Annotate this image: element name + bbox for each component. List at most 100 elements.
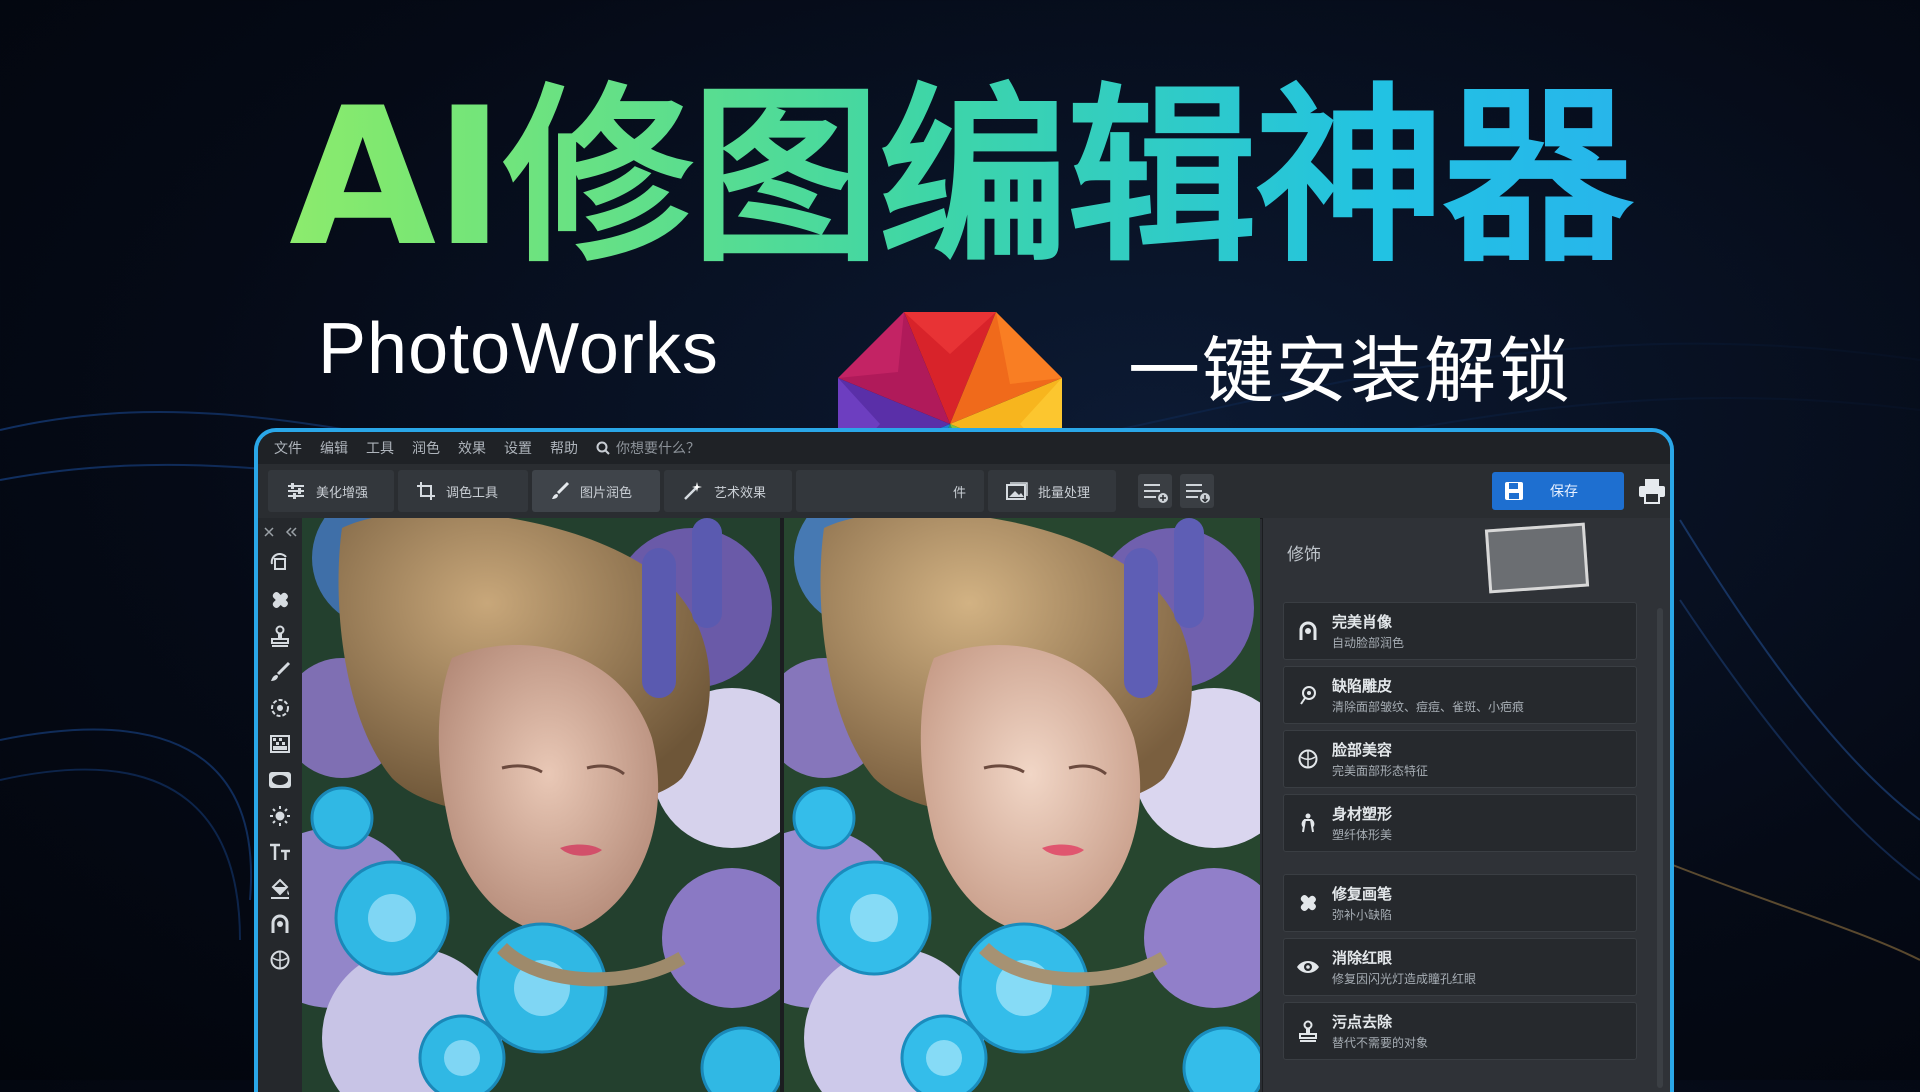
sliders-icon xyxy=(288,483,304,499)
left-tool-panel xyxy=(258,518,303,1092)
tab-label: 调色工具 xyxy=(446,485,499,501)
tab-label: 件 xyxy=(952,485,966,501)
item-desc: 弥补小缺陷 xyxy=(1332,908,1393,922)
item-desc: 替代不需要的对象 xyxy=(1332,1036,1429,1050)
face-icon xyxy=(270,950,290,970)
clone-tool[interactable] xyxy=(258,618,302,654)
item-title: 脸部美容 xyxy=(1332,741,1393,759)
product-name: PhotoWorks xyxy=(318,309,719,389)
body-icon xyxy=(1301,813,1315,833)
sliders-add-icon xyxy=(1144,484,1168,503)
menu-edit[interactable]: 编辑 xyxy=(320,438,348,458)
spot-removal-item[interactable]: 污点去除替代不需要的对象 xyxy=(1283,1002,1637,1060)
crop-icon xyxy=(417,482,435,500)
sun-icon xyxy=(270,806,290,826)
perfect-portrait-item[interactable]: 完美肖像自动脸部润色 xyxy=(1283,602,1637,660)
brush-tool[interactable] xyxy=(258,654,302,690)
download-adjust-button[interactable] xyxy=(1180,474,1214,508)
item-title: 完美肖像 xyxy=(1332,613,1393,631)
sliders-download-icon xyxy=(1186,484,1210,503)
menu-search[interactable]: 你想要什么？ xyxy=(596,438,700,458)
tagline: 一键安装解锁 xyxy=(1128,329,1573,413)
body-shaping-item[interactable]: 身材塑形 塑纤体形美 xyxy=(1283,794,1637,852)
tab-batch[interactable]: 批量处理 xyxy=(988,470,1116,512)
red-eye-item[interactable]: 消除红眼 修复因闪光灯造成瞳孔红眼 xyxy=(1283,938,1637,996)
gradient-tool[interactable] xyxy=(258,726,302,762)
tool-panel-header xyxy=(258,518,302,546)
face-icon xyxy=(1298,749,1318,769)
search-icon xyxy=(596,441,610,455)
menu-tools[interactable]: 工具 xyxy=(366,438,394,458)
fill-bucket-icon xyxy=(271,878,290,899)
item-title: 缺陷雕皮 xyxy=(1332,677,1393,695)
text-tool[interactable] xyxy=(258,834,302,870)
item-desc: 清除面部皱纹、痘痘、雀斑、小疤痕 xyxy=(1332,700,1525,714)
tab-enhance[interactable]: 美化增强 xyxy=(268,470,394,512)
gradient-icon xyxy=(270,735,290,753)
portrait-tool[interactable] xyxy=(258,906,302,942)
panel-scrollbar[interactable] xyxy=(1657,608,1663,1088)
portrait-photo-after xyxy=(784,518,1260,1092)
retouch-panel: 修饰 完美肖像 自动脸部润色 缺陷雕皮 清除面部皱纹、痘痘、雀斑、小疤痕 脸部美容完… xyxy=(1262,518,1670,1092)
menu-settings[interactable]: 设置 xyxy=(504,438,532,458)
print-icon[interactable] xyxy=(1638,478,1666,504)
brush-icon xyxy=(271,661,291,681)
app-window: 文件 编辑 工具 润色 效果 设置 帮助 你想要什么？ 美化增强 调色工具 图片… xyxy=(254,428,1674,1092)
item-title: 消除红眼 xyxy=(1332,949,1393,967)
item-desc: 自动脸部润色 xyxy=(1332,636,1405,650)
tab-label: 图片润色 xyxy=(580,485,633,501)
image-stack-icon xyxy=(1006,482,1028,500)
headline: AI修图编辑神器 xyxy=(0,78,1920,278)
panel-thumbnail xyxy=(1484,522,1590,594)
healing-brush-item[interactable]: 修复画笔 弥补小缺陷 xyxy=(1283,874,1637,932)
vignette-tool[interactable] xyxy=(258,762,302,798)
before-photo[interactable] xyxy=(302,518,780,1092)
item-desc: 完美面部形态特征 xyxy=(1332,764,1429,778)
menu-effects[interactable]: 效果 xyxy=(458,438,486,458)
panel-title: 修饰 xyxy=(1287,545,1321,565)
tab-color-tools[interactable]: 调色工具 xyxy=(398,470,528,512)
tab-retouch[interactable]: 图片润色 xyxy=(532,470,660,512)
stamp-icon xyxy=(1299,1020,1317,1042)
item-desc: 塑纤体形美 xyxy=(1332,828,1393,842)
menu-bar: 文件 编辑 工具 润色 效果 设置 帮助 你想要什么？ xyxy=(258,432,1670,464)
magic-wand-icon xyxy=(684,482,702,500)
search-placeholder: 你想要什么？ xyxy=(616,441,700,457)
add-adjust-button[interactable] xyxy=(1138,474,1172,508)
brush-icon xyxy=(552,481,570,499)
light-tool[interactable] xyxy=(258,798,302,834)
target-icon xyxy=(271,699,289,717)
target-tool[interactable] xyxy=(258,690,302,726)
face-tool[interactable] xyxy=(258,942,302,978)
bandage-icon xyxy=(272,592,288,608)
menu-retouch[interactable]: 润色 xyxy=(412,438,440,458)
text-icon xyxy=(270,843,290,860)
rotate-tool[interactable] xyxy=(258,546,302,582)
blemish-removal-item[interactable]: 缺陷雕皮清除面部皱纹、痘痘、雀斑、小疤痕 xyxy=(1283,666,1637,724)
tab-partial[interactable]: 件 xyxy=(796,470,984,512)
tab-label: 艺术效果 xyxy=(714,485,767,501)
collapse-icon[interactable] xyxy=(284,526,298,538)
item-title: 修复画笔 xyxy=(1332,885,1393,903)
rotate-icon xyxy=(270,553,287,570)
portrait-icon xyxy=(271,914,289,933)
heal-tool[interactable] xyxy=(258,582,302,618)
item-title: 身材塑形 xyxy=(1332,805,1393,823)
tab-label: 美化增强 xyxy=(316,485,369,501)
toolbar: 美化增强 调色工具 图片润色 艺术效果 件 批量处理 保存 xyxy=(258,464,1670,519)
eye-icon xyxy=(1297,961,1319,973)
menu-help[interactable]: 帮助 xyxy=(550,438,578,458)
fill-tool[interactable] xyxy=(258,870,302,906)
floppy-icon xyxy=(1505,482,1523,500)
save-label: 保存 xyxy=(1550,484,1578,500)
tab-label: 批量处理 xyxy=(1038,485,1091,501)
face-beauty-item[interactable]: 脸部美容完美面部形态特征 xyxy=(1283,730,1637,788)
tab-art-effects[interactable]: 艺术效果 xyxy=(664,470,792,512)
close-icon[interactable] xyxy=(263,526,275,538)
bandage-icon xyxy=(1300,895,1316,911)
menu-file[interactable]: 文件 xyxy=(274,438,302,458)
save-button[interactable]: 保存 xyxy=(1492,472,1624,510)
item-title: 污点去除 xyxy=(1332,1013,1393,1031)
after-photo[interactable] xyxy=(784,518,1260,1092)
heal-icon xyxy=(1300,686,1316,705)
